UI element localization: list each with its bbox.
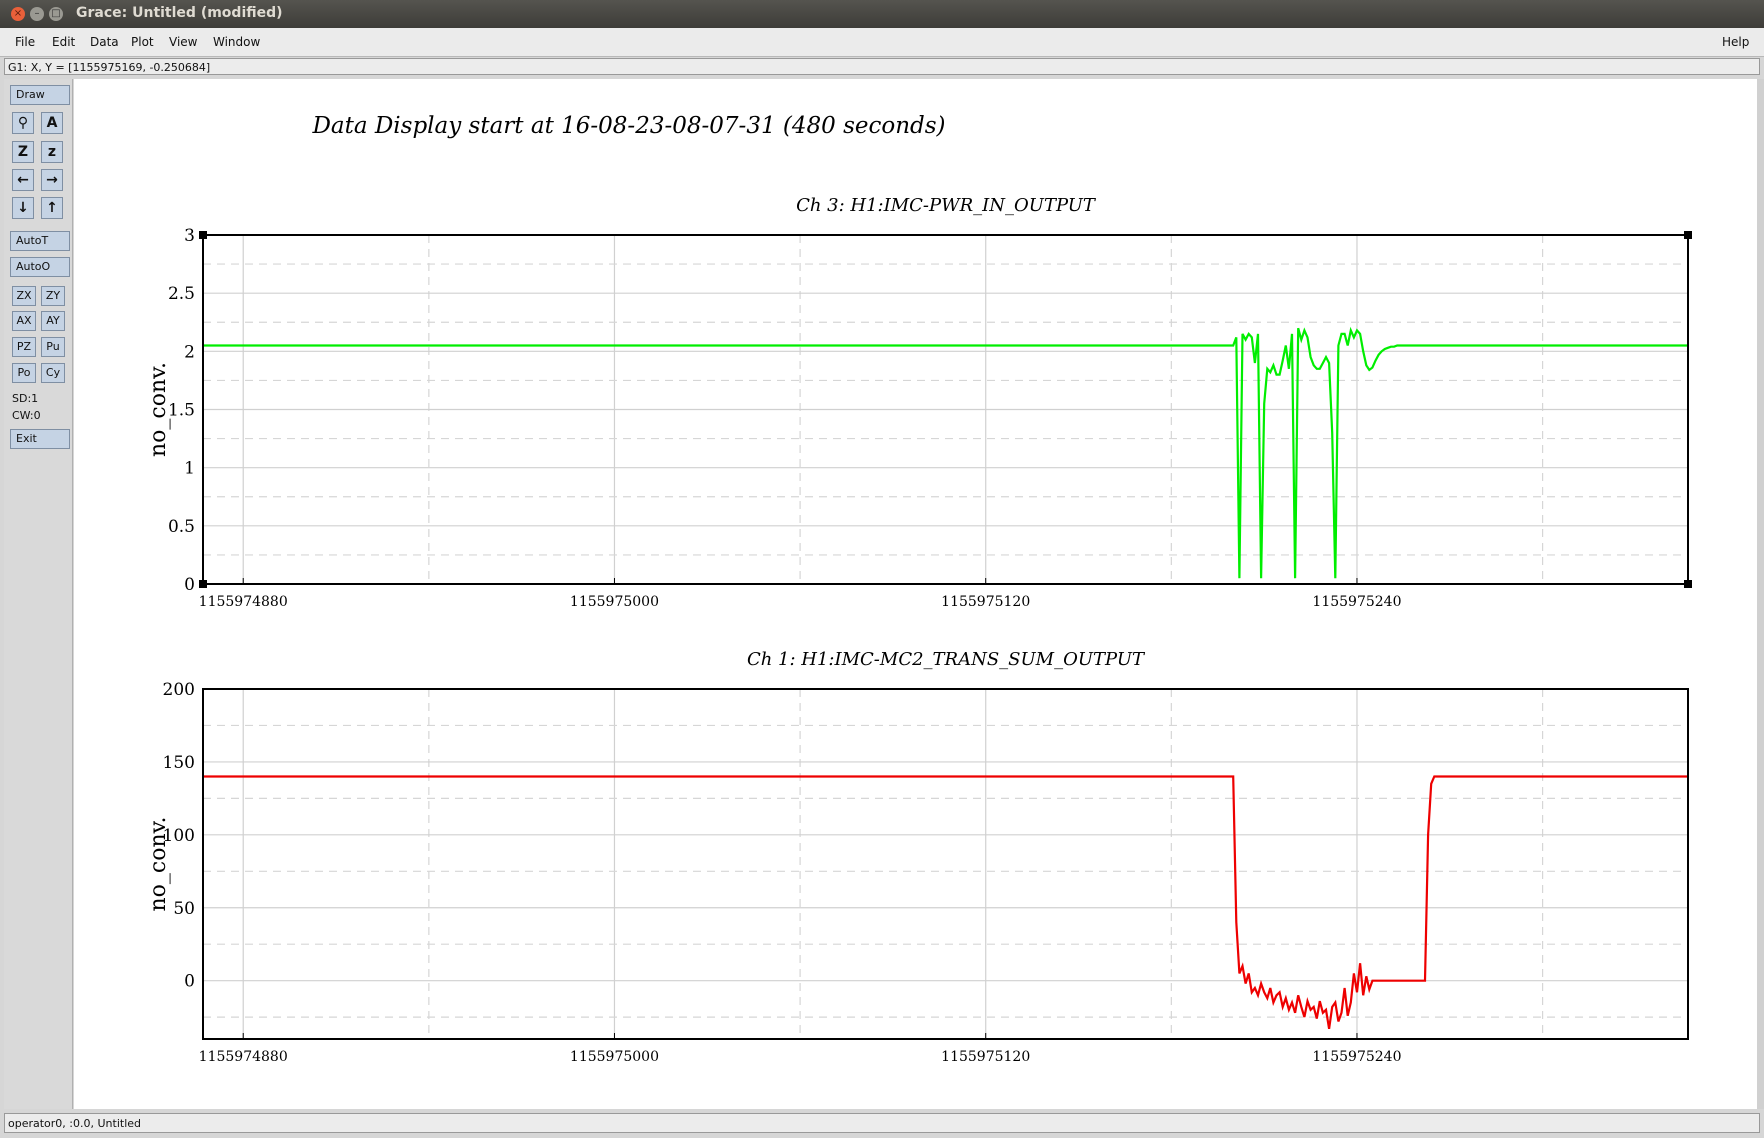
chart-title: Ch 1: H1:IMC-MC2_TRANS_SUM_OUTPUT xyxy=(747,649,1146,670)
arrow-right-icon[interactable]: → xyxy=(41,169,63,191)
y-tick-label: 150 xyxy=(163,753,195,773)
x-tick-label: 1155975000 xyxy=(570,1049,659,1065)
chart-ch3: Ch 3: H1:IMC-PWR_IN_OUTPUT 1155974880 1155… xyxy=(146,195,1692,610)
ay-button[interactable]: AY xyxy=(41,311,65,331)
zoom-in-icon[interactable]: Z xyxy=(12,141,34,163)
selection-handle xyxy=(199,231,207,239)
y-tick-label: 2.5 xyxy=(168,284,195,304)
window-titlebar[interactable]: × – □ Grace: Untitled (modified) xyxy=(0,0,1764,28)
y-tick-label: 0 xyxy=(184,575,195,595)
menu-window[interactable]: Window xyxy=(213,35,260,49)
autot-button[interactable]: AutoT xyxy=(10,231,70,251)
selection-handle xyxy=(199,580,207,588)
x-tick-label: 1155975000 xyxy=(570,594,659,610)
x-tick-label: 1155974880 xyxy=(199,594,288,610)
y-tick-label: 3 xyxy=(184,226,195,246)
selection-handle xyxy=(1684,580,1692,588)
y-tick-label: 200 xyxy=(163,680,195,700)
pz-button[interactable]: PZ xyxy=(12,337,36,357)
menu-file[interactable]: File xyxy=(15,35,35,49)
y-tick-label: 1.5 xyxy=(168,401,195,421)
plot-canvas[interactable]: Data Display start at 16-08-23-08-07-31 … xyxy=(74,79,1757,1109)
y-tick-label: 50 xyxy=(173,899,195,919)
menu-plot[interactable]: Plot xyxy=(131,35,154,49)
exit-button[interactable]: Exit xyxy=(10,429,70,449)
zy-button[interactable]: ZY xyxy=(41,286,65,306)
coordinate-readout: G1: X, Y = [1155975169, -0.250684] xyxy=(4,58,1760,75)
draw-button[interactable]: Draw xyxy=(10,85,70,105)
sd-readout: SD:1 xyxy=(12,392,39,405)
maximize-icon[interactable]: □ xyxy=(49,7,63,21)
menu-view[interactable]: View xyxy=(169,35,197,49)
series-line xyxy=(203,775,1688,1029)
menu-help[interactable]: Help xyxy=(1722,35,1749,49)
x-tick-label: 1155974880 xyxy=(199,1049,288,1065)
tool-panel: Draw ⚲ A Z z ← → ↓ ↑ AutoT AutoO ZX ZY A… xyxy=(4,79,73,1109)
autoo-button[interactable]: AutoO xyxy=(10,257,70,277)
plot-svg: Data Display start at 16-08-23-08-07-31 … xyxy=(146,113,1692,1065)
menu-data[interactable]: Data xyxy=(90,35,119,49)
status-bar: operator0, :0.0, Untitled xyxy=(4,1113,1760,1133)
zx-button[interactable]: ZX xyxy=(12,286,36,306)
series-line xyxy=(203,326,1688,579)
arrow-left-icon[interactable]: ← xyxy=(12,169,34,191)
y-tick-label: 2 xyxy=(184,342,195,362)
x-tick-label: 1155975240 xyxy=(1312,1049,1401,1065)
page-title: Data Display start at 16-08-23-08-07-31 … xyxy=(311,113,945,139)
chart-ch1: Ch 1: H1:IMC-MC2_TRANS_SUM_OUTPUT 1155974… xyxy=(146,649,1689,1065)
y-axis-label: no_conv. xyxy=(146,362,171,457)
menu-edit[interactable]: Edit xyxy=(52,35,75,49)
x-tick-label: 1155975240 xyxy=(1312,594,1401,610)
zoom-icon[interactable]: ⚲ xyxy=(12,112,34,134)
y-tick-label: 0 xyxy=(184,972,195,992)
plot-frame xyxy=(202,688,1689,1040)
arrow-up-icon[interactable]: ↑ xyxy=(41,197,63,219)
menu-bar: File Edit Data Plot View Window Help xyxy=(0,28,1764,57)
y-axis-label: no_conv. xyxy=(146,817,171,912)
selection-handle xyxy=(1684,231,1692,239)
minimize-icon[interactable]: – xyxy=(30,7,44,21)
chart-title: Ch 3: H1:IMC-PWR_IN_OUTPUT xyxy=(796,195,1097,216)
window-title: Grace: Untitled (modified) xyxy=(76,5,283,21)
x-tick-label: 1155975120 xyxy=(941,594,1030,610)
arrow-down-icon[interactable]: ↓ xyxy=(12,197,34,219)
ax-button[interactable]: AX xyxy=(12,311,36,331)
cy-button[interactable]: Cy xyxy=(41,363,65,383)
text-tool-icon[interactable]: A xyxy=(41,112,63,134)
close-icon[interactable]: × xyxy=(11,7,25,21)
po-button[interactable]: Po xyxy=(12,363,36,383)
vertical-scrollbar[interactable] xyxy=(1757,79,1764,1109)
zoom-out-icon[interactable]: z xyxy=(41,141,63,163)
cw-readout: CW:0 xyxy=(12,409,41,422)
y-tick-label: 0.5 xyxy=(168,517,195,537)
pu-button[interactable]: Pu xyxy=(41,337,65,357)
x-tick-label: 1155975120 xyxy=(941,1049,1030,1065)
y-tick-label: 1 xyxy=(184,459,195,479)
